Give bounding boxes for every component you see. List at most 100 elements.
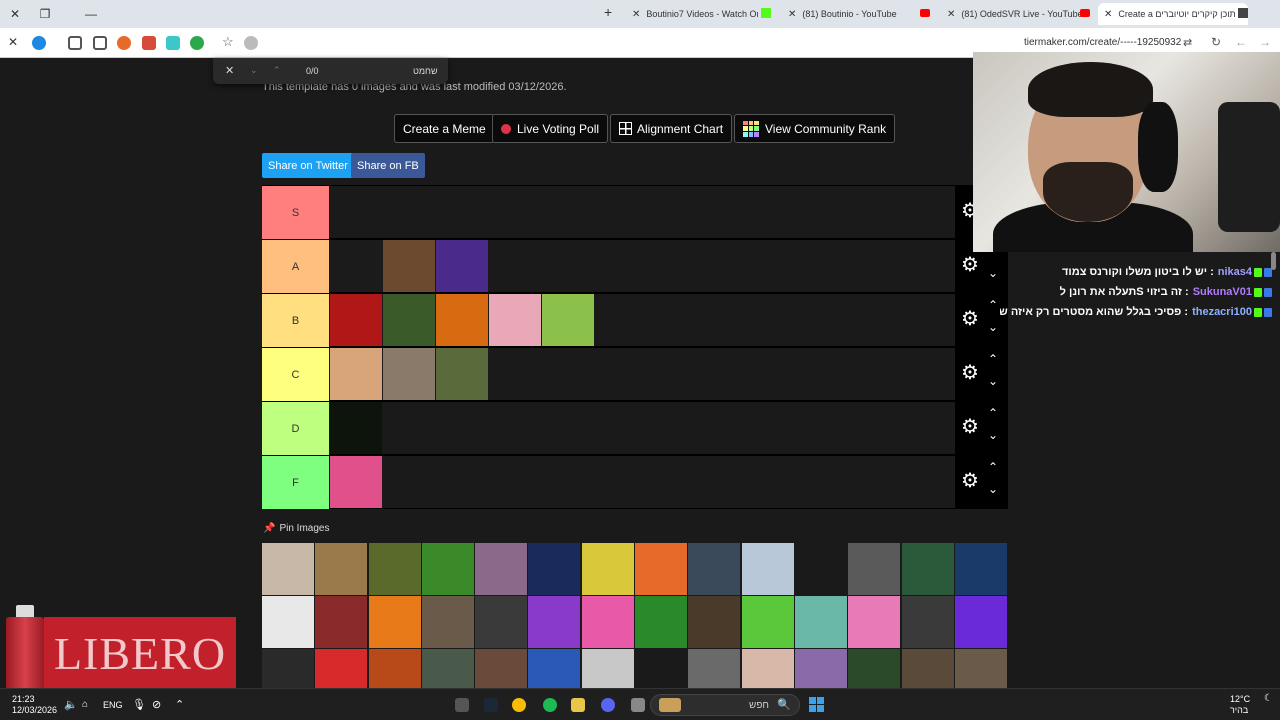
language-indicator[interactable]: ENG — [103, 700, 123, 710]
weather-text[interactable]: בהיר — [1230, 705, 1248, 715]
pool-image[interactable] — [901, 596, 954, 648]
pool-image[interactable] — [315, 543, 368, 595]
close-icon[interactable]: ✕ — [8, 35, 18, 49]
pool-image[interactable] — [421, 543, 474, 595]
tier-image[interactable] — [542, 294, 594, 346]
app-icon[interactable] — [455, 698, 469, 712]
pool-image[interactable] — [901, 543, 954, 595]
url-text[interactable]: tiermaker.com/create/-----19250932 — [1024, 37, 1181, 48]
chrome-icon[interactable] — [512, 698, 526, 712]
pool-image[interactable] — [475, 543, 528, 595]
tier-image[interactable] — [383, 294, 435, 346]
share-twitter-button[interactable]: Share on Twitter — [262, 153, 354, 178]
pool-image[interactable] — [421, 649, 474, 688]
pool-image[interactable] — [581, 596, 634, 648]
pool-image[interactable] — [368, 543, 421, 595]
tab-boutinio-kick[interactable]: ✕ Boutinio7 Videos - Watch On-Demand — [626, 3, 758, 25]
chevron-up-icon[interactable]: ⌃ — [273, 65, 281, 76]
tier-image[interactable] — [330, 240, 382, 292]
tab-tiermaker[interactable]: ✕ Create a תוכן קיקרים יוטיוברים — [1098, 3, 1248, 25]
chevron-down-icon[interactable]: ⌄ — [988, 482, 998, 496]
tier-image[interactable] — [330, 456, 382, 508]
chevron-down-icon[interactable]: ⌄ — [988, 374, 998, 388]
pool-image[interactable] — [688, 596, 741, 648]
tier-label[interactable]: B — [262, 294, 329, 347]
discord-icon[interactable] — [601, 698, 615, 712]
pool-image[interactable] — [315, 596, 368, 648]
pool-image[interactable] — [528, 649, 581, 688]
gear-icon[interactable]: ⚙ — [961, 363, 979, 383]
steam-icon[interactable] — [484, 698, 498, 712]
weather-temp[interactable]: 12°C — [1230, 694, 1250, 704]
pool-image[interactable] — [528, 543, 581, 595]
extension-icon[interactable] — [68, 36, 82, 50]
restore-window-icon[interactable]: ❐ — [30, 7, 60, 21]
pool-image[interactable] — [741, 649, 794, 688]
chevron-up-icon[interactable]: ⌃ — [988, 406, 998, 420]
sync-icon[interactable] — [190, 36, 204, 50]
chevron-up-icon[interactable]: ⌃ — [988, 352, 998, 366]
volume-icon[interactable]: 🔈 — [64, 698, 78, 711]
chevron-up-icon[interactable]: ⌃ — [988, 298, 998, 312]
puzzle-icon[interactable] — [166, 36, 180, 50]
pool-image[interactable] — [528, 596, 581, 648]
pool-image[interactable] — [794, 543, 847, 595]
pool-image[interactable] — [315, 649, 368, 688]
tier-image[interactable] — [330, 294, 382, 346]
muted-icon[interactable]: ⊘ — [152, 698, 161, 711]
close-tab-icon[interactable]: ✕ — [1104, 9, 1112, 20]
pool-image[interactable] — [635, 543, 688, 595]
taskbar-search[interactable]: חפש 🔍 — [650, 694, 800, 716]
pool-image[interactable] — [475, 596, 528, 648]
gear-icon[interactable]: ⚙ — [961, 471, 979, 491]
tier-label[interactable]: A — [262, 240, 329, 293]
pool-image[interactable] — [794, 649, 847, 688]
minimize-window-icon[interactable]: — — [76, 7, 106, 21]
pin-images-label[interactable]: 📌 Pin Images — [263, 523, 329, 534]
chevron-up-icon[interactable]: ⌃ — [175, 698, 184, 711]
close-window-icon[interactable]: ✕ — [0, 7, 30, 21]
tier-image[interactable] — [436, 240, 488, 292]
tier-image[interactable] — [383, 240, 435, 292]
pool-image[interactable] — [688, 543, 741, 595]
pool-image[interactable] — [368, 596, 421, 648]
tier-label[interactable]: D — [262, 402, 329, 455]
community-rank-button[interactable]: View Community Rank — [734, 114, 896, 143]
screen-icon[interactable] — [93, 36, 107, 50]
brave-icon[interactable] — [117, 36, 131, 50]
pool-image[interactable] — [848, 596, 901, 648]
pool-image[interactable] — [581, 543, 634, 595]
chevron-down-icon[interactable]: ⌄ — [988, 266, 998, 280]
clock-date[interactable]: 12/03/2026 — [12, 705, 57, 715]
close-find-icon[interactable]: ✕ — [225, 64, 234, 77]
gear-icon[interactable]: ⚙ — [961, 417, 979, 437]
pool-image[interactable] — [635, 649, 688, 688]
chevron-down-icon[interactable]: ⌄ — [988, 428, 998, 442]
pool-image[interactable] — [635, 596, 688, 648]
shield-icon[interactable] — [142, 36, 156, 50]
spotify-icon[interactable] — [543, 698, 557, 712]
forward-icon[interactable]: ← — [1235, 35, 1247, 49]
back-icon[interactable]: → — [1259, 35, 1271, 49]
translate-icon[interactable]: ⇄ — [1183, 36, 1192, 49]
network-icon[interactable]: ⌂ — [82, 699, 88, 710]
pool-image[interactable] — [262, 596, 314, 648]
close-tab-icon[interactable]: ✕ — [788, 9, 796, 20]
pool-image[interactable] — [741, 596, 794, 648]
gamepad-icon[interactable] — [571, 698, 585, 712]
pool-image[interactable] — [954, 543, 1007, 595]
find-input[interactable]: שחמט — [413, 66, 438, 76]
live-voting-button[interactable]: Live Voting Poll — [492, 114, 609, 143]
reload-icon[interactable]: ↻ — [1211, 35, 1221, 49]
pool-image[interactable] — [954, 596, 1007, 648]
close-tab-icon[interactable]: ✕ — [632, 9, 640, 20]
tier-image[interactable] — [383, 348, 435, 400]
tier-image[interactable] — [436, 294, 488, 346]
alignment-chart-button[interactable]: Alignment Chart — [610, 114, 733, 143]
windows-start-icon[interactable] — [809, 697, 824, 712]
gear-icon[interactable]: ⚙ — [961, 309, 979, 329]
tab-odedsvr-youtube[interactable]: ✕ (81) OdedSVR Live - YouTube — [941, 3, 1081, 25]
pool-image[interactable] — [901, 649, 954, 688]
clock-time[interactable]: 21:23 — [12, 694, 35, 704]
file-explorer-icon[interactable] — [631, 698, 645, 712]
